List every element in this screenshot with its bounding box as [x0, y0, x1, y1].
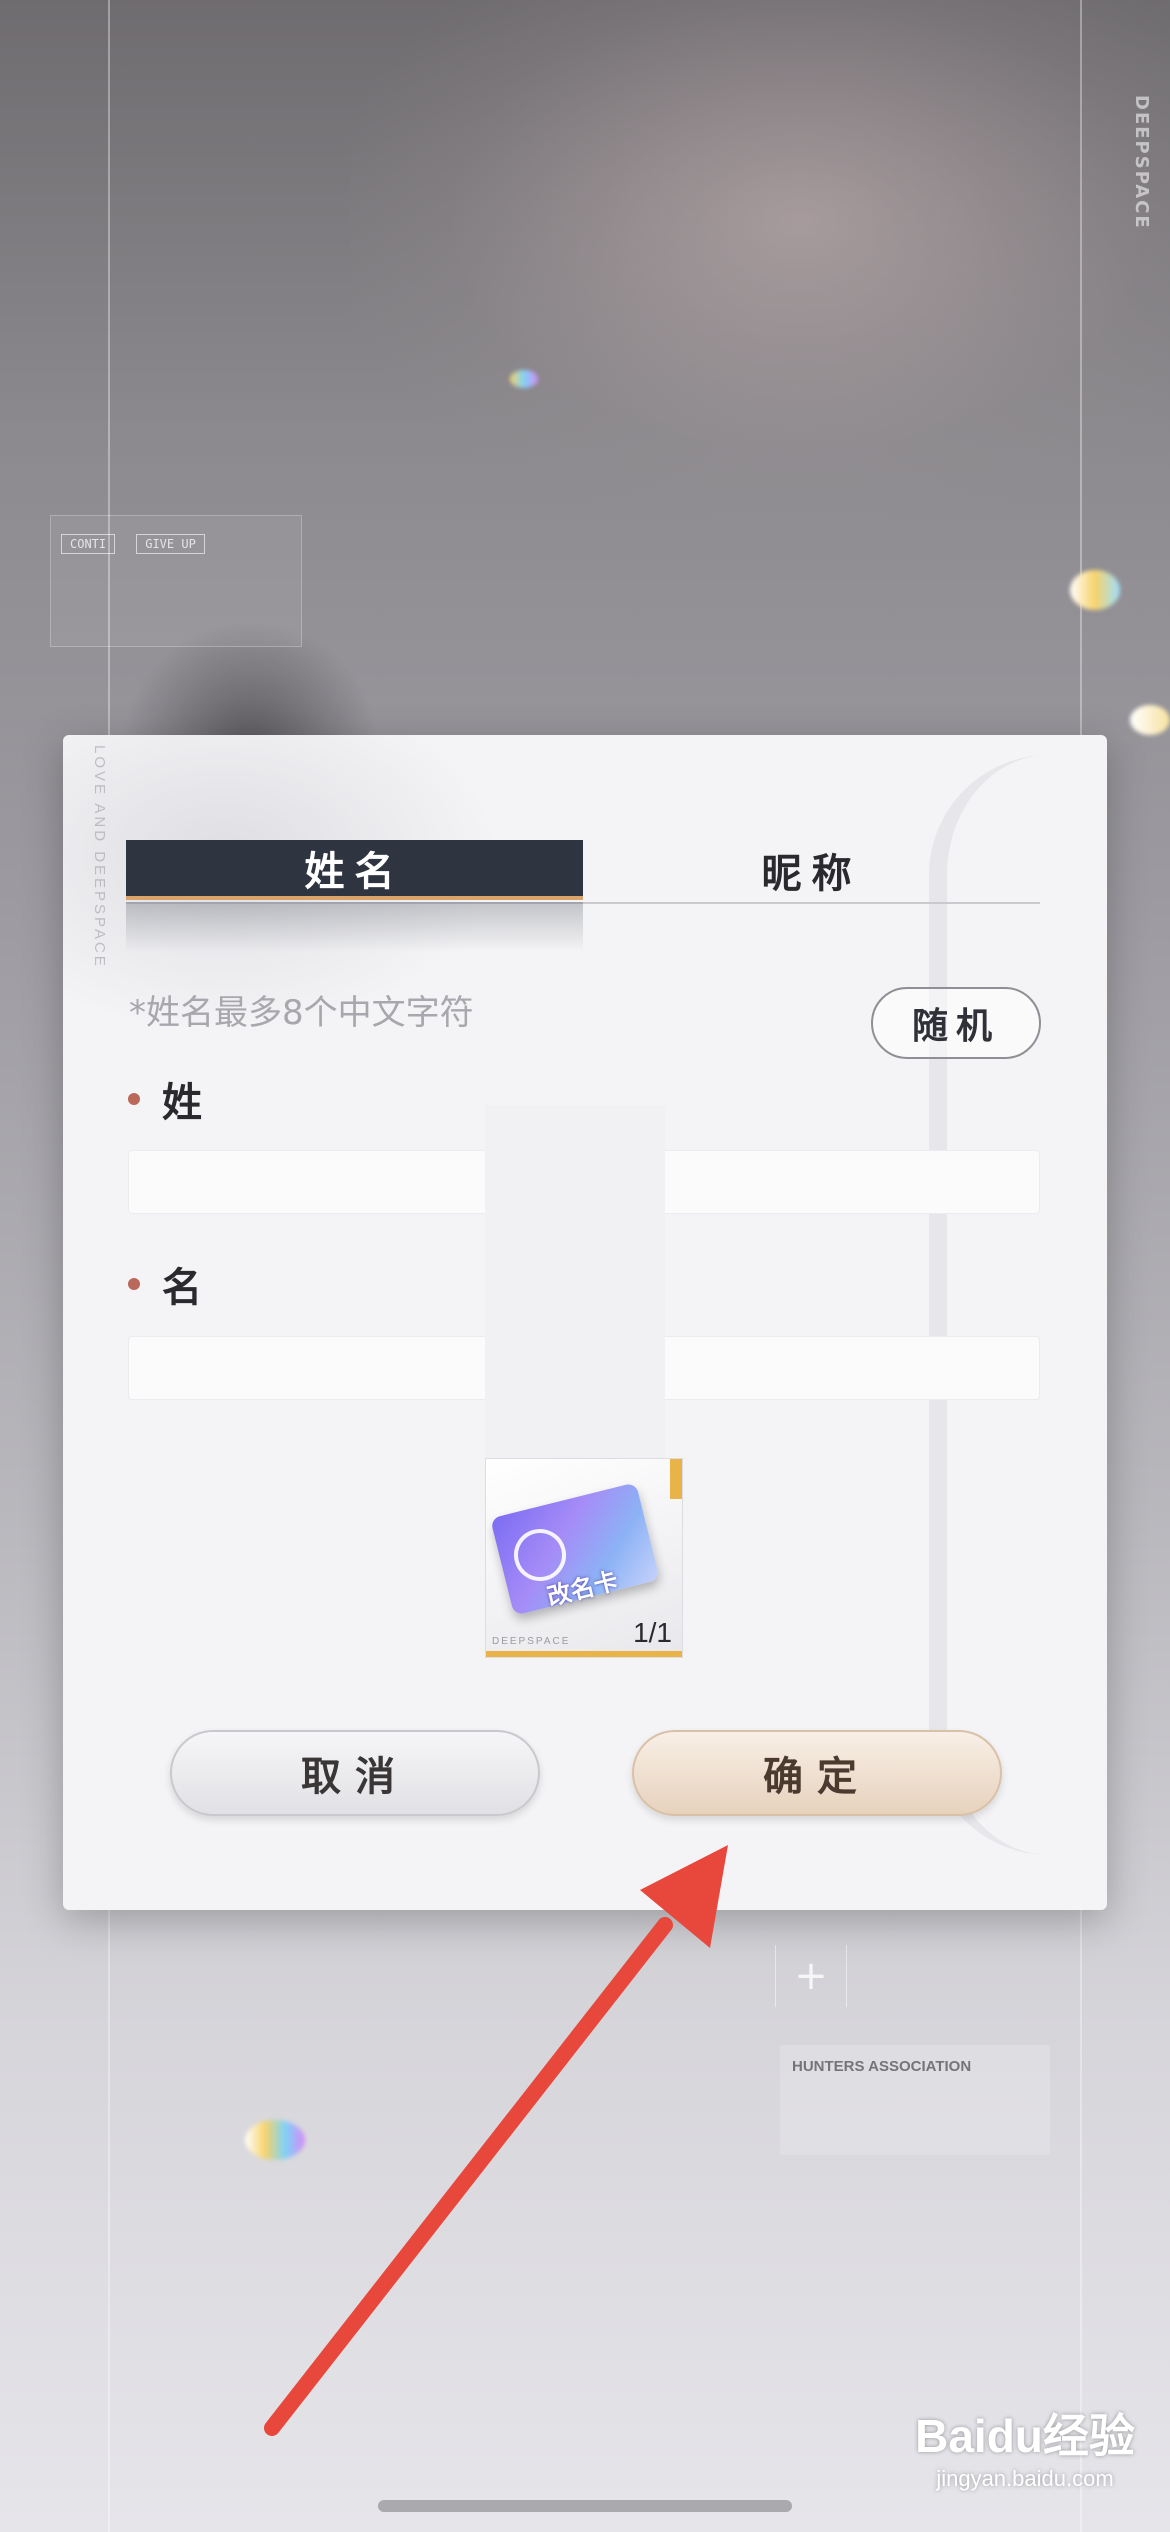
- watermark-main: Baidu经验: [915, 2410, 1135, 2462]
- redaction-overlay: [485, 1105, 665, 1465]
- background-hud-chip: CONTI: [61, 534, 116, 554]
- surname-label-text: 姓: [162, 1079, 202, 1126]
- watermark: Baidu经验 jingyan.baidu.com: [895, 2400, 1155, 2492]
- item-brand: DEEPSPACE: [492, 1636, 571, 1647]
- light-flare: [510, 370, 538, 388]
- name-length-hint: *姓名最多8个中文字符: [129, 993, 474, 1033]
- cancel-button[interactable]: 取消: [170, 1730, 540, 1816]
- home-indicator[interactable]: [378, 2500, 792, 2512]
- confirm-button[interactable]: 确定: [632, 1730, 1002, 1816]
- background-hud-chip: GIVE UP: [136, 534, 205, 554]
- item-count: 1/1: [633, 1617, 672, 1648]
- rename-dialog: LOVE AND DEEPSPACE 姓名 昵称 *姓名最多8个中文字符 随机 …: [63, 735, 1107, 1910]
- background-plus-icon: +: [775, 1945, 847, 2007]
- tab-reflection: [126, 902, 583, 952]
- game-screen: DEEPSPACE CONTI GIVE UP + HUNTERS ASSOCI…: [0, 0, 1170, 2532]
- random-name-button[interactable]: 随机: [871, 987, 1041, 1059]
- item-rarity-bar: [486, 1651, 682, 1657]
- item-rarity-tag: [670, 1459, 682, 1499]
- background-glow: [350, 0, 1170, 520]
- dialog-side-text: LOVE AND DEEPSPACE: [91, 745, 108, 969]
- given-name-label-text: 名: [162, 1264, 202, 1311]
- background-brand-text: DEEPSPACE: [1131, 95, 1152, 230]
- light-flare: [1130, 705, 1170, 735]
- rename-card-item[interactable]: 改名卡 DEEPSPACE 1/1: [485, 1458, 683, 1658]
- tab-nickname[interactable]: 昵称: [583, 840, 1040, 900]
- surname-label: 姓: [128, 1070, 202, 1128]
- light-flare: [245, 2120, 305, 2160]
- light-flare: [1070, 570, 1120, 610]
- watermark-url: jingyan.baidu.com: [936, 2466, 1114, 2491]
- required-dot-icon: [128, 1093, 140, 1105]
- background-association-label: HUNTERS ASSOCIATION: [780, 2045, 1050, 2155]
- dialog-decoration: [929, 755, 1107, 1855]
- tab-full-name[interactable]: 姓名: [126, 840, 583, 900]
- required-dot-icon: [128, 1278, 140, 1290]
- name-tabs: 姓名 昵称: [126, 840, 1040, 904]
- background-hud-panel: CONTI GIVE UP: [50, 515, 302, 647]
- annotation-arrow-shaft: [264, 1917, 673, 2436]
- given-name-label: 名: [128, 1255, 202, 1313]
